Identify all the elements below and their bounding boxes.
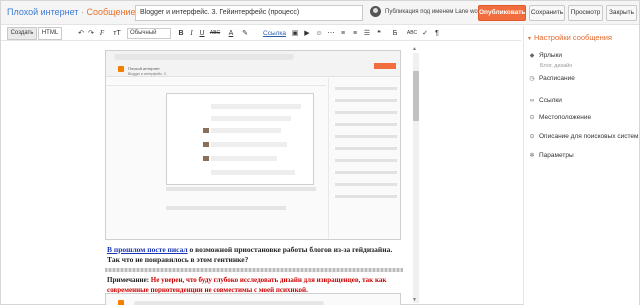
spellcheck-button[interactable]: ABC xyxy=(405,28,419,39)
mini-toolbar xyxy=(106,78,326,86)
strikethrough-button[interactable]: ABC xyxy=(208,28,222,39)
mini-row xyxy=(211,116,291,121)
previous-post-link[interactable]: В прошлом посте писал xyxy=(107,245,188,254)
rtl-icon[interactable]: ¶ xyxy=(433,28,441,39)
post-paragraph[interactable]: В прошлом посте писал о возможной приост… xyxy=(107,245,405,265)
tag-icon: ◆ xyxy=(529,53,535,59)
align-icon[interactable]: ≡ xyxy=(339,28,347,39)
mini-thumb xyxy=(203,156,209,161)
sidebar-item-label: Параметры xyxy=(539,152,574,159)
mini-thumb xyxy=(203,142,209,147)
text-color-icon[interactable]: A xyxy=(227,28,235,39)
quote-icon[interactable]: ❝ xyxy=(375,28,383,39)
mini-topbar: Плохой интернет Blogger и интерфейс. 3. xyxy=(106,51,400,77)
search-description-icon: ⊙ xyxy=(529,134,535,140)
note-text: Не уверен, что буду глубоко исследовать … xyxy=(107,276,387,294)
sidebar-item-label: Ссылки xyxy=(539,97,562,104)
close-button[interactable]: Закрыть xyxy=(606,5,637,21)
editor-scrollbar[interactable] xyxy=(413,53,419,303)
image-icon[interactable]: ▣ xyxy=(291,28,299,39)
mini-caption xyxy=(166,206,286,210)
embedded-screenshot: Плохой интернет Blogger и интерфейс. 3. xyxy=(105,50,401,240)
link-button[interactable]: Ссылка xyxy=(263,28,286,39)
sidebar-item-options[interactable]: ✲ Параметры xyxy=(528,152,574,159)
jump-break-icon[interactable]: ⋯ xyxy=(327,28,335,39)
sidebar-item-labels[interactable]: ◆ Ярлыки xyxy=(528,52,562,59)
mini-row xyxy=(211,170,295,175)
editor-header: Плохой интернет · Сообщение Blogger и ин… xyxy=(1,1,639,25)
sidebar-item-label: Описание для поисковых систем xyxy=(539,133,639,140)
author-text[interactable]: Публикация под именем Lane wolf xyxy=(385,9,481,15)
clock-icon: ◷ xyxy=(529,76,535,82)
mini-sidebar xyxy=(328,78,400,239)
mini-url-bar xyxy=(134,301,324,305)
mini-thumb xyxy=(203,128,209,133)
input-tools-icon[interactable]: ✓ xyxy=(421,28,429,39)
note-label: Примечание: xyxy=(107,276,150,284)
sidebar-item-search-description[interactable]: ⊙ Описание для поисковых систем xyxy=(528,133,638,140)
mini-row xyxy=(211,128,281,133)
post-title-input[interactable]: Blogger и интерфейс. 3. Гейинтерфейс (пр… xyxy=(135,5,363,21)
redo-icon[interactable]: ↷ xyxy=(87,28,95,39)
mini-blog-title: Плохой интернет xyxy=(128,66,160,71)
editor-mode-label: Сообщение xyxy=(86,7,136,17)
preview-button[interactable]: Просмотр xyxy=(568,5,603,21)
scroll-up-icon[interactable]: ▲ xyxy=(412,46,417,52)
scroll-down-icon[interactable]: ▼ xyxy=(412,297,417,303)
post-settings-heading[interactable]: ▾ Настройки сообщения xyxy=(528,33,612,42)
link-icon: ∞ xyxy=(529,98,535,104)
clear-format-icon[interactable]: Ƃ xyxy=(391,28,399,39)
bold-button[interactable]: B xyxy=(177,28,185,39)
sidebar-item-schedule[interactable]: ◷ Расписание xyxy=(528,75,575,82)
location-icon: ⊙ xyxy=(529,115,535,121)
undo-icon[interactable]: ↶ xyxy=(77,28,85,39)
blog-breadcrumb: Плохой интернет · Сообщение xyxy=(7,7,135,17)
underline-button[interactable]: U xyxy=(198,28,206,39)
publish-button[interactable]: Опубликовать xyxy=(478,5,526,21)
mini-row xyxy=(211,156,277,161)
italic-button[interactable]: I xyxy=(188,28,195,39)
post-settings-heading-label: Настройки сообщения xyxy=(534,33,612,42)
gear-icon: ✲ xyxy=(529,153,535,159)
embedded-screenshot-2 xyxy=(105,293,401,305)
blogger-logo-icon xyxy=(118,66,124,72)
blogger-logo-icon xyxy=(118,300,124,305)
author-avatar xyxy=(370,6,381,17)
mini-row xyxy=(211,104,301,109)
post-editor-page: Плохой интернет · Сообщение Blogger и ин… xyxy=(0,0,640,305)
sidebar-item-links[interactable]: ∞ Ссылки xyxy=(528,97,562,104)
mini-row xyxy=(211,142,287,147)
video-icon[interactable]: ▶ xyxy=(303,28,311,39)
save-button[interactable]: Сохранить xyxy=(529,5,565,21)
sidebar-item-label: Ярлыки xyxy=(539,52,563,59)
labels-value: Блог, дизайн xyxy=(540,63,573,69)
mini-inner-screenshot xyxy=(166,93,314,185)
highlight-icon[interactable]: ✎ xyxy=(241,28,249,39)
blog-name-link[interactable]: Плохой интернет xyxy=(7,7,79,17)
note-paragraph[interactable]: Примечание: Не уверен, что буду глубоко … xyxy=(107,275,405,295)
sidebar-item-label: Местоположение xyxy=(539,114,592,121)
mini-post-title: Blogger и интерфейс. 3. xyxy=(128,72,167,76)
tab-compose[interactable]: Создать xyxy=(7,27,37,40)
scrollbar-thumb[interactable] xyxy=(413,71,419,121)
caret-down-icon: ▾ xyxy=(528,36,532,42)
post-settings-sidebar: ▾ Настройки сообщения ◆ Ярлыки Блог, дизай… xyxy=(523,26,639,305)
mini-caption xyxy=(166,187,316,191)
emoji-icon[interactable]: ☺ xyxy=(315,28,323,39)
numbered-list-icon[interactable]: ≡ xyxy=(351,28,359,39)
divider xyxy=(105,268,403,272)
paragraph-format-select[interactable]: Обычный xyxy=(127,28,171,39)
mini-url-bar xyxy=(114,54,294,60)
breadcrumb-separator: · xyxy=(78,7,87,17)
font-family-icon[interactable]: F xyxy=(97,28,107,39)
sidebar-item-label: Расписание xyxy=(539,75,575,82)
sidebar-item-location[interactable]: ⊙ Местоположение xyxy=(528,114,591,121)
bullet-list-icon[interactable]: ☰ xyxy=(363,28,371,39)
editor-toolbar: Создать HTML ↶ ↷ F тT Обычный B I U ABC … xyxy=(1,26,521,41)
post-body-editor[interactable]: Плохой интернет Blogger и интерфейс. 3. xyxy=(105,45,411,305)
tab-html[interactable]: HTML xyxy=(38,27,62,40)
font-size-icon[interactable]: тT xyxy=(111,28,123,39)
mini-publish-button xyxy=(374,63,396,69)
